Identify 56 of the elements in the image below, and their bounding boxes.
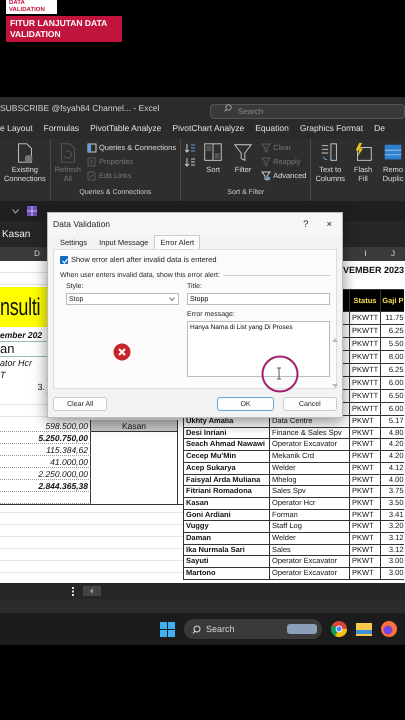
funnel-icon	[261, 171, 272, 180]
table-cell: Kasan	[91, 420, 178, 432]
ribbon-tab[interactable]: Equation	[255, 121, 289, 137]
refresh-icon	[60, 143, 75, 163]
sort-icon	[204, 143, 222, 161]
ribbon-tab[interactable]: Formulas	[44, 121, 80, 137]
help-button[interactable]: ?	[303, 218, 308, 230]
column-header[interactable]: I	[350, 247, 381, 261]
browser-icon[interactable]	[331, 621, 347, 637]
scroll-left-button[interactable]	[83, 586, 101, 596]
table-cell: 41.000,00	[0, 456, 91, 468]
sort-button[interactable]	[185, 156, 196, 167]
funnel-icon	[234, 144, 252, 162]
link-icon	[87, 171, 96, 180]
funnel-icon	[261, 157, 272, 166]
table-cell: 3.	[0, 381, 45, 393]
ribbon-tab[interactable]: e Layout	[0, 121, 33, 137]
sort-button[interactable]	[185, 142, 196, 153]
checkbox[interactable]	[60, 256, 68, 264]
table-cell: 2.250.000,00	[0, 468, 91, 480]
lightning-icon	[356, 142, 372, 161]
browser-icon[interactable]	[381, 621, 397, 637]
grid-icon[interactable]	[27, 206, 37, 216]
sort-ascending-icon	[185, 143, 196, 152]
column-header[interactable]: J	[381, 247, 405, 261]
list-icon	[87, 157, 96, 166]
document-icon	[18, 143, 32, 163]
search-highlight-image	[287, 624, 317, 634]
table-cell: 115.384,62	[0, 444, 91, 456]
column-header[interactable]: D	[27, 247, 47, 261]
table-cell: 2.844.365,38	[0, 480, 91, 492]
columns-icon	[322, 143, 338, 161]
formula-bar-value: Kasan	[2, 228, 30, 240]
window-title: SUBSCRIBE @fsyah84 Channel... - Excel	[0, 103, 160, 113]
funnel-icon	[261, 143, 272, 152]
title-cell-text: nsulti	[0, 292, 40, 322]
cursor-highlight	[262, 356, 298, 392]
search-field[interactable]: Search	[210, 104, 405, 118]
sort-descending-icon	[185, 157, 196, 166]
dialog-title: Data Validation	[53, 219, 110, 229]
video-headline: FITUR LANJUTAN DATA VALIDATION	[6, 16, 122, 42]
table-icon	[87, 143, 96, 152]
caret-icon	[169, 297, 175, 301]
table-heading: VEMBER 2023	[342, 264, 404, 277]
table-cell: 5.250.750,00	[0, 432, 91, 444]
close-button[interactable]: ×	[326, 218, 332, 230]
ribbon-tab[interactable]: PivotChart Analyze	[172, 121, 244, 137]
ribbon-tab[interactable]: De	[374, 121, 385, 137]
windows-start-icon[interactable]	[160, 622, 175, 636]
search-icon	[224, 104, 232, 112]
search-icon	[192, 625, 200, 634]
caret-icon[interactable]	[12, 208, 19, 214]
ribbon-tab[interactable]: PivotTable Analyze	[90, 121, 162, 137]
table-icon	[384, 144, 402, 160]
ribbon-tab[interactable]: Graphics Format	[300, 121, 364, 137]
error-stop-icon	[114, 344, 130, 360]
